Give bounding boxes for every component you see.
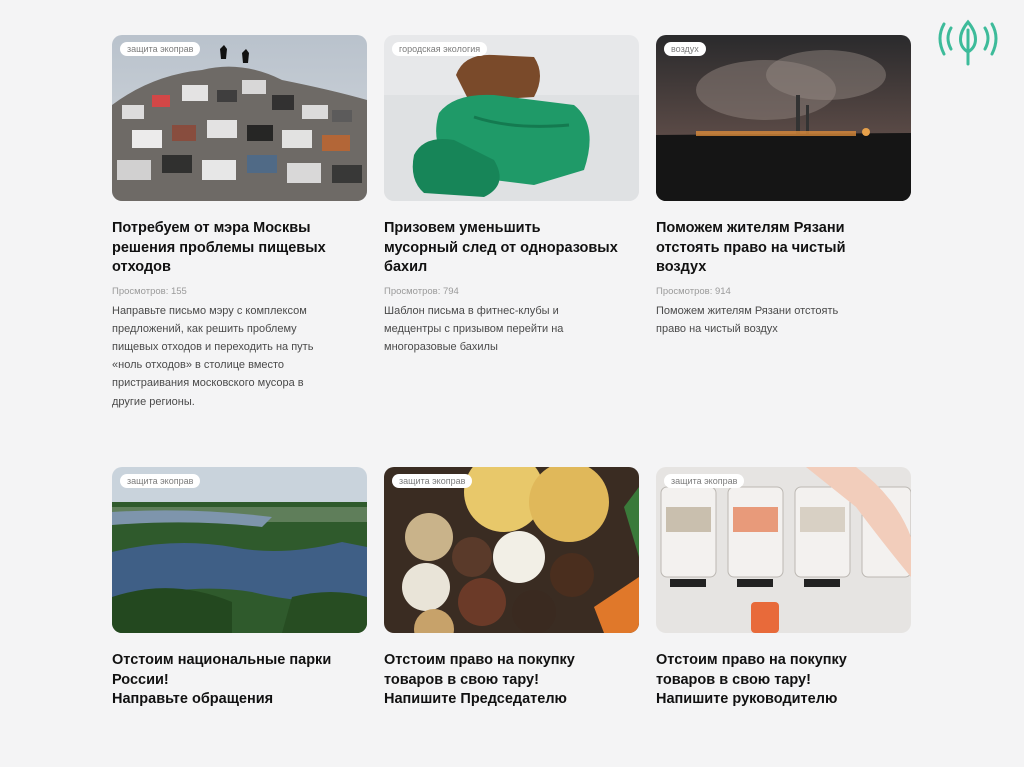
article-card[interactable]: защита экоправ Отстоим национальные парк… xyxy=(112,467,367,710)
article-image[interactable]: городская экология xyxy=(384,35,639,201)
article-title[interactable]: Поможем жителям Рязани отстоять право на… xyxy=(656,219,911,278)
category-tag[interactable]: городская экология xyxy=(392,42,488,56)
article-title[interactable]: Отстоим национальные парки России! Напра… xyxy=(112,651,367,710)
article-image[interactable]: защита экоправ xyxy=(112,35,367,201)
article-card[interactable]: защита экоправ Отстоим право на покупку … xyxy=(656,467,911,710)
leaf-signal-icon[interactable] xyxy=(934,16,1002,68)
article-card[interactable]: воздух Поможем жителям Рязани отстоять п… xyxy=(656,35,911,338)
page: защита экоправ Потребуем от мэра Москвы … xyxy=(0,0,1024,767)
article-description: Поможем жителям Рязани отстоять право на… xyxy=(656,304,839,335)
article-image[interactable]: защита экоправ xyxy=(112,467,367,633)
article-title[interactable]: Призовем уменьшить мусорный след от одно… xyxy=(384,219,639,278)
article-description: Направьте письмо мэру с комплексом предл… xyxy=(112,304,314,408)
article-description: Шаблон письма в фитнес-клубы и медцентры… xyxy=(384,304,564,353)
article-title[interactable]: Отстоим право на покупку товаров в свою … xyxy=(656,651,911,710)
article-image[interactable]: защита экоправ xyxy=(656,467,911,633)
category-tag[interactable]: воздух xyxy=(664,42,706,56)
view-count: Просмотров: 914 xyxy=(656,285,731,297)
article-card[interactable]: городская экология Призовем уменьшить му… xyxy=(384,35,639,356)
category-tag[interactable]: защита экоправ xyxy=(664,474,745,488)
article-card[interactable]: защита экоправ Отстоим право на покупку … xyxy=(384,467,639,710)
article-card[interactable]: защита экоправ Потребуем от мэра Москвы … xyxy=(112,35,367,411)
category-tag[interactable]: защита экоправ xyxy=(120,474,201,488)
view-count: Просмотров: 155 xyxy=(112,285,187,297)
article-title[interactable]: Отстоим право на покупку товаров в свою … xyxy=(384,651,639,710)
view-count: Просмотров: 794 xyxy=(384,285,459,297)
article-title[interactable]: Потребуем от мэра Москвы решения проблем… xyxy=(112,219,367,278)
category-tag[interactable]: защита экоправ xyxy=(392,474,473,488)
article-image[interactable]: защита экоправ xyxy=(384,467,639,633)
article-image[interactable]: воздух xyxy=(656,35,911,201)
category-tag[interactable]: защита экоправ xyxy=(120,42,201,56)
